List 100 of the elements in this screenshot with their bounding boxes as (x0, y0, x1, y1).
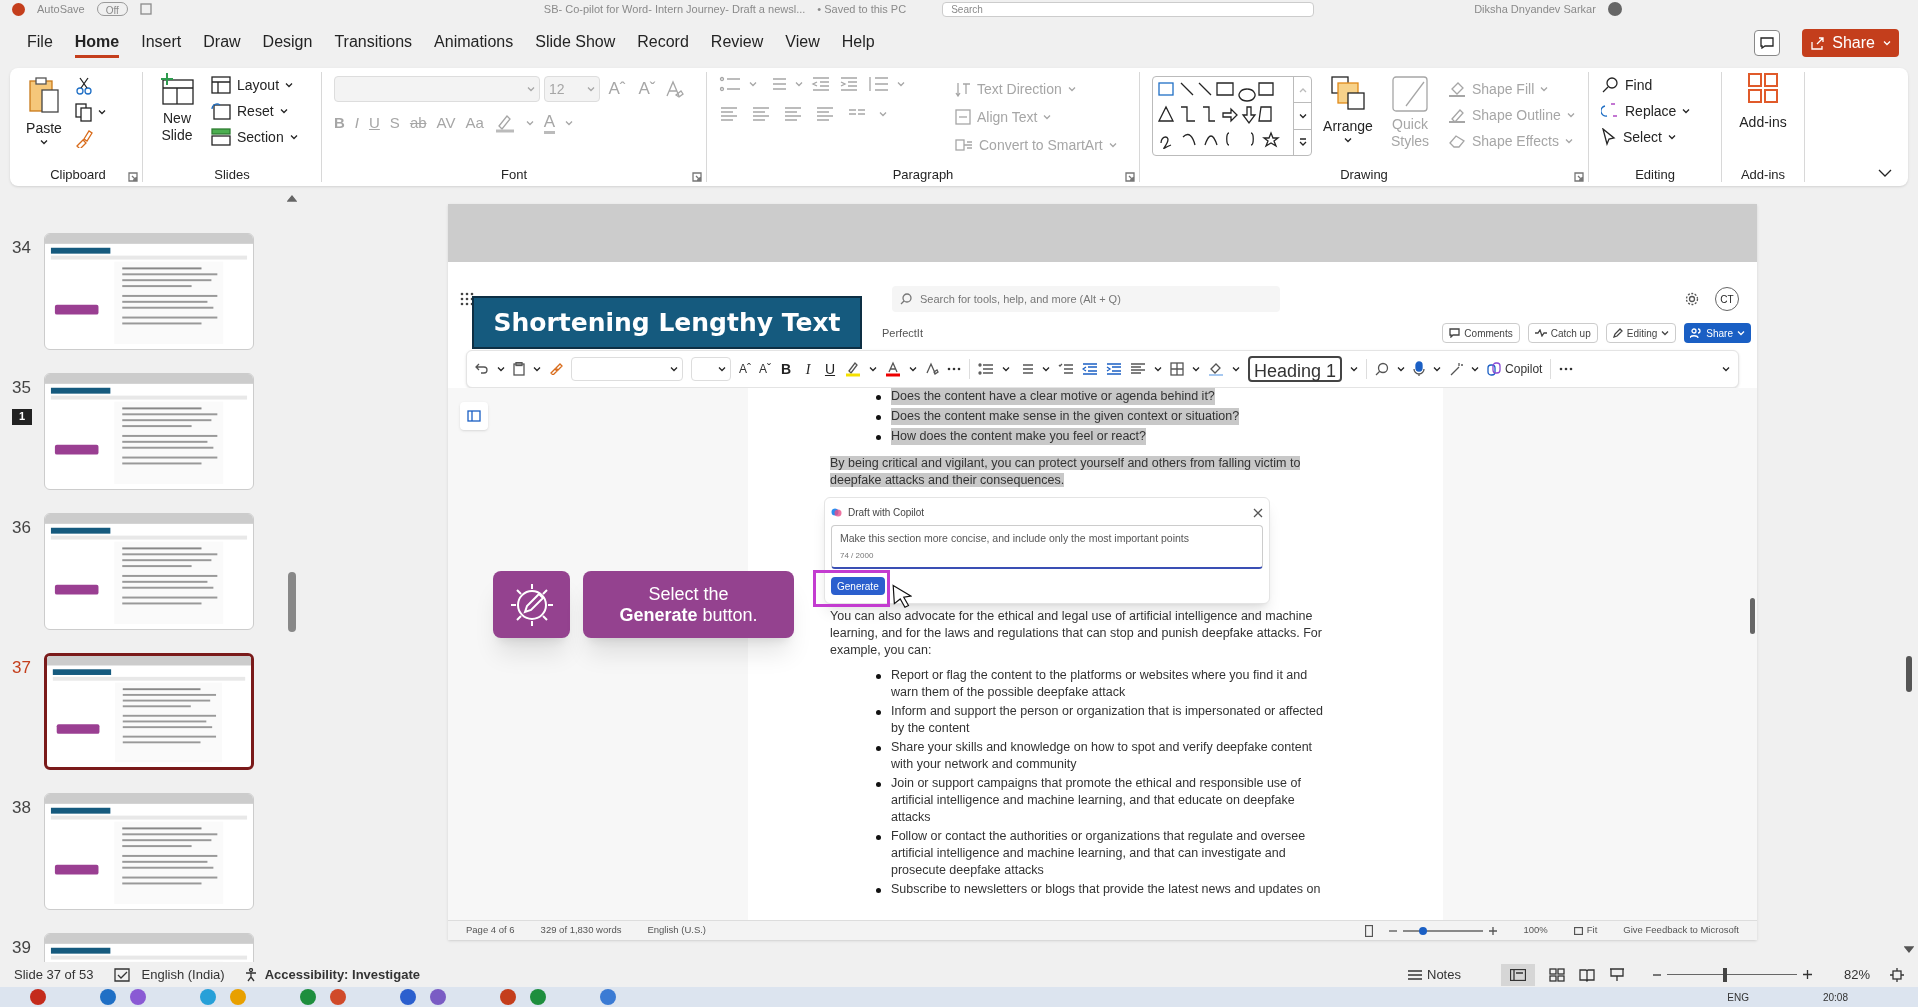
microphone-icon[interactable] (1413, 361, 1426, 377)
more-shapes-icon[interactable] (1298, 138, 1307, 147)
zoom-slider-thumb[interactable] (1723, 967, 1728, 982)
font-size-button[interactable]: Aˇ (759, 360, 771, 378)
paste-icon[interactable] (513, 362, 525, 376)
menu-tab[interactable]: Help (841, 28, 875, 58)
share-button[interactable]: Share (1802, 29, 1899, 57)
font-style-button[interactable]: B (779, 358, 793, 380)
taskbar-app-icon[interactable] (430, 989, 446, 1005)
comments-button[interactable] (1754, 30, 1781, 56)
dialog-launcher-icon[interactable] (128, 172, 138, 182)
avatar-icon[interactable] (1607, 2, 1622, 16)
reset-button[interactable]: Reset (207, 98, 302, 124)
taskbar-app-icon[interactable] (200, 989, 216, 1005)
accessibility-button[interactable]: Accessibility: Investigate (244, 964, 420, 985)
arrange-button[interactable]: Arrange (1320, 76, 1376, 143)
decrease-indent-icon[interactable] (1082, 363, 1098, 375)
comment-badge[interactable]: 1 (12, 408, 32, 425)
menu-tab[interactable]: Draw (203, 28, 241, 58)
shape-gallery[interactable] (1152, 76, 1312, 156)
more-icon[interactable] (947, 367, 961, 371)
scrollbar-thumb[interactable] (1906, 656, 1912, 692)
add-ins-button[interactable]: Add-ins (1739, 72, 1787, 133)
scrollbar-thumb[interactable] (288, 572, 296, 632)
paste-button[interactable]: Paste (22, 76, 66, 145)
replace-button[interactable]: Replace (1597, 98, 1721, 124)
font-style-button[interactable]: U (823, 358, 837, 380)
notes-button[interactable]: Notes (1407, 964, 1461, 985)
zoom-level[interactable]: 82% (1843, 964, 1870, 985)
menu-tab[interactable]: Insert (141, 28, 182, 58)
section-button[interactable]: Section (207, 124, 302, 150)
search-field[interactable]: Search (942, 1, 1315, 17)
copilot-button[interactable]: Copilot (1487, 360, 1543, 378)
scroll-up-icon[interactable] (287, 194, 297, 202)
slide-sorter-icon[interactable] (1548, 967, 1565, 982)
menu-tab[interactable]: Record (637, 28, 689, 58)
menu-tab[interactable]: Design (262, 28, 313, 58)
taskbar-app-icon[interactable] (100, 989, 116, 1005)
taskbar-app-icon[interactable] (400, 989, 416, 1005)
fill-icon[interactable] (1208, 362, 1224, 376)
menu-tab[interactable]: Slide Show (535, 28, 616, 58)
taskbar-app-icon[interactable] (530, 989, 546, 1005)
share-button[interactable]: Share (1684, 323, 1751, 343)
normal-view-button[interactable] (1500, 963, 1535, 986)
zoom-in-icon[interactable] (1489, 926, 1498, 935)
layout-button[interactable]: Layout (207, 72, 302, 98)
fit-slide-icon[interactable] (1890, 967, 1904, 982)
slide-thumbnail[interactable] (44, 653, 254, 770)
save-icon[interactable] (139, 3, 152, 15)
find-icon[interactable] (1375, 362, 1390, 376)
dialog-launcher-icon[interactable] (1125, 172, 1135, 182)
checklist-icon[interactable] (1058, 363, 1074, 375)
taskbar-app-icon[interactable] (500, 989, 516, 1005)
scrollbar-thumb[interactable] (1750, 598, 1755, 634)
fit-button[interactable]: Fit (1573, 923, 1598, 938)
clear-format-icon[interactable] (925, 362, 939, 376)
menu-tab[interactable]: Animations (434, 28, 514, 58)
scissors-icon[interactable] (74, 76, 94, 96)
menu-tab[interactable]: Transitions (334, 28, 413, 58)
taskbar-app-icon[interactable] (300, 989, 316, 1005)
menu-tab[interactable]: File (27, 28, 53, 58)
zoom-in-icon[interactable] (1802, 970, 1812, 979)
copy-icon[interactable] (74, 102, 94, 122)
zoom-out-icon[interactable] (1652, 973, 1661, 976)
bullets-icon[interactable] (978, 363, 994, 375)
catch-up-button[interactable]: Catch up (1527, 323, 1598, 343)
taskbar-app-icon[interactable] (330, 989, 346, 1005)
more-icon[interactable] (1559, 367, 1574, 371)
zoom-out-icon[interactable] (1389, 929, 1398, 932)
menu-tab[interactable]: Home (74, 28, 120, 58)
font-name-field[interactable] (571, 357, 683, 381)
dialog-launcher-icon[interactable] (692, 172, 702, 182)
clear-formatting-icon[interactable] (664, 79, 684, 99)
font-size-button[interactable]: Aˆ (739, 360, 751, 378)
highlighter-icon[interactable] (845, 361, 861, 377)
page-view-icon[interactable] (1365, 924, 1374, 937)
format-painter-icon[interactable] (549, 363, 563, 375)
magic-wand-icon[interactable] (1449, 362, 1464, 376)
menu-tab[interactable]: View (785, 28, 820, 58)
comments-button[interactable]: Comments (1442, 323, 1520, 343)
font-size-field[interactable] (691, 357, 731, 381)
dialog-launcher-icon[interactable] (1574, 172, 1584, 182)
zoom-level[interactable]: 100% (1523, 923, 1548, 938)
new-slide-button[interactable]: New Slide (151, 72, 203, 144)
increase-indent-icon[interactable] (1106, 363, 1122, 375)
settings-icon[interactable] (1685, 292, 1699, 306)
undo-icon[interactable] (475, 363, 489, 375)
search-field[interactable]: Search for tools, help, and more (Alt + Q) (892, 286, 1280, 312)
taskbar-app-icon[interactable] (130, 989, 146, 1005)
generate-button[interactable]: Generate (831, 577, 885, 595)
spelling-icon[interactable] (113, 967, 130, 982)
style-box[interactable]: Heading 1 (1248, 356, 1343, 382)
editing-button[interactable]: Editing (1605, 323, 1677, 343)
font-color-icon[interactable] (885, 361, 901, 377)
navigation-pane-button[interactable] (460, 402, 488, 430)
reading-view-icon[interactable] (1578, 967, 1595, 982)
format-painter-icon[interactable] (74, 128, 94, 148)
prompt-field[interactable]: Make this section more concise, and include only the most important points 74 / 2000 (831, 525, 1263, 569)
select-button[interactable]: Select (1597, 124, 1721, 150)
taskbar-app-icon[interactable] (30, 989, 46, 1005)
